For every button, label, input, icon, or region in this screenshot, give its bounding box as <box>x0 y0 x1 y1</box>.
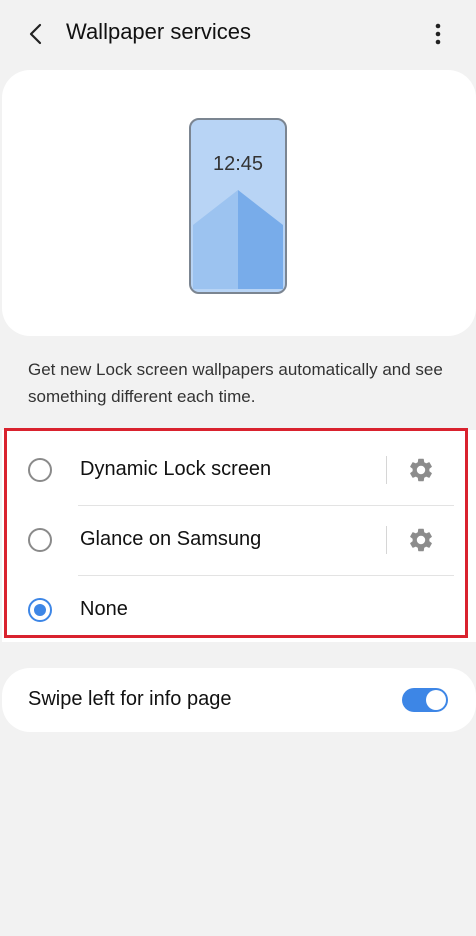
more-options-button[interactable] <box>422 16 454 52</box>
back-button[interactable] <box>18 16 54 52</box>
radio-glance-on-samsung[interactable] <box>28 528 52 552</box>
vertical-divider <box>386 456 387 484</box>
option-dynamic-lock-screen[interactable]: Dynamic Lock screen <box>2 435 476 505</box>
toggle-knob <box>426 690 446 710</box>
more-vert-icon <box>435 23 441 45</box>
swipe-info-label: Swipe left for info page <box>28 688 232 710</box>
option-none[interactable]: None <box>2 575 476 645</box>
vertical-divider <box>386 526 387 554</box>
gear-icon <box>410 528 432 552</box>
option-label: None <box>80 598 128 620</box>
chevron-left-icon <box>29 23 42 45</box>
app-header: Wallpaper services <box>0 0 476 68</box>
preview-clock: 12:45 <box>213 153 263 175</box>
description-text: Get new Lock screen wallpapers automatic… <box>28 360 443 406</box>
page-title: Wallpaper services <box>66 19 252 44</box>
radio-dynamic-lock-screen[interactable] <box>28 458 52 482</box>
gear-icon <box>410 458 432 482</box>
option-glance-on-samsung[interactable]: Glance on Samsung <box>2 505 476 575</box>
swipe-info-toggle[interactable] <box>402 688 448 712</box>
dynamic-lock-screen-settings-button[interactable] <box>407 456 435 484</box>
option-label: Dynamic Lock screen <box>80 458 272 480</box>
option-label: Glance on Samsung <box>80 528 262 550</box>
swipe-info-row[interactable]: Swipe left for info page <box>2 668 476 732</box>
lock-screen-preview: 12:45 <box>189 118 287 294</box>
glance-on-samsung-settings-button[interactable] <box>407 526 435 554</box>
radio-none[interactable] <box>28 598 52 622</box>
